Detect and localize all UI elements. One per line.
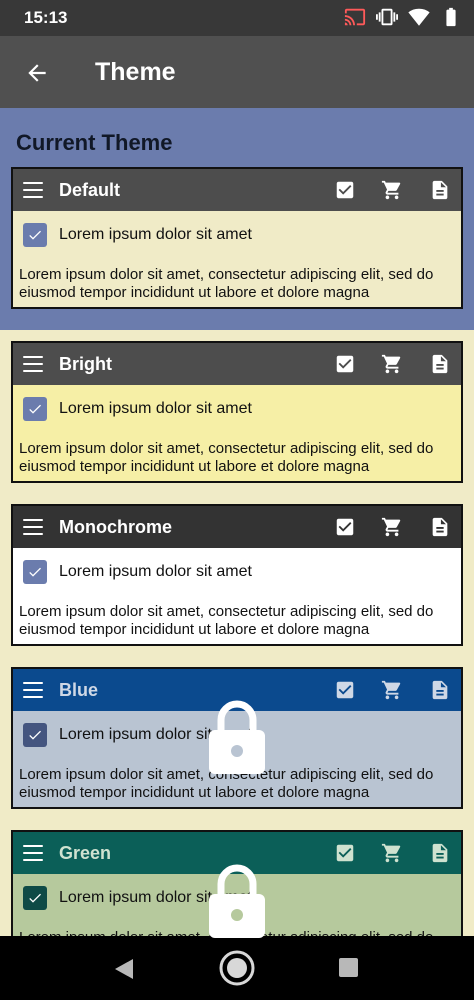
cart-icon — [381, 353, 403, 375]
lock-icon — [206, 698, 268, 778]
document-icon — [429, 516, 451, 538]
cart-icon — [381, 516, 403, 538]
theme-card-monochrome[interactable]: Monochrome Lorem ipsum dolor sit amet Lore… — [11, 504, 463, 646]
cart-icon — [381, 679, 403, 701]
check-box-icon — [334, 679, 356, 701]
card-header: Bright — [13, 343, 461, 385]
checkbox[interactable] — [23, 560, 47, 584]
app-bar: Theme — [0, 36, 474, 108]
vibrate-icon — [376, 6, 398, 28]
checkbox-label: Lorem ipsum dolor sit amet — [59, 400, 252, 417]
theme-name: Monochrome — [59, 517, 173, 537]
sample-paragraph: Lorem ipsum dolor sit amet, consectetur … — [19, 603, 434, 638]
page-title: Theme — [95, 58, 176, 86]
wifi-icon — [408, 6, 430, 28]
checkbox-row: Lorem ipsum dolor sit amet — [23, 397, 252, 421]
cart-icon — [381, 842, 403, 864]
checkbox[interactable] — [23, 223, 47, 247]
cart-icon — [381, 179, 403, 201]
document-icon — [429, 179, 451, 201]
card-header: Monochrome — [13, 506, 461, 548]
lock-icon — [206, 862, 268, 942]
check-box-icon — [334, 516, 356, 538]
document-icon — [429, 679, 451, 701]
triangle-back-icon — [115, 959, 133, 979]
theme-name: Default — [59, 180, 121, 200]
document-icon — [429, 842, 451, 864]
menu-icon — [23, 182, 43, 198]
status-bar: 15:13 — [0, 0, 474, 36]
sample-paragraph: Lorem ipsum dolor sit amet, consectetur … — [19, 266, 434, 301]
status-time: 15:13 — [24, 8, 68, 27]
sample-paragraph: Lorem ipsum dolor sit amet, consectetur … — [19, 440, 434, 475]
checkbox[interactable] — [23, 886, 47, 910]
menu-icon — [23, 519, 43, 535]
menu-icon — [23, 845, 43, 861]
section-title: Current Theme — [16, 130, 173, 155]
menu-icon — [23, 682, 43, 698]
checkbox-row: Lorem ipsum dolor sit amet — [23, 560, 252, 584]
nav-back-button[interactable] — [113, 958, 135, 980]
check-box-icon — [334, 179, 356, 201]
theme-name: Green — [59, 843, 112, 863]
card-header: Default — [13, 169, 461, 211]
theme-card-default[interactable]: Default Lorem ipsum dolor sit amet Lorem i… — [11, 167, 463, 309]
document-icon — [429, 353, 451, 375]
checkbox[interactable] — [23, 397, 47, 421]
checkbox-label: Lorem ipsum dolor sit amet — [59, 563, 252, 580]
theme-name: Blue — [59, 680, 99, 700]
theme-card-bright[interactable]: Bright Lorem ipsum dolor sit amet Lorem ip… — [11, 341, 463, 483]
arrow-back-icon — [28, 64, 46, 82]
checkbox[interactable] — [23, 723, 47, 747]
checkbox-label: Lorem ipsum dolor sit amet — [59, 226, 252, 243]
check-box-icon — [334, 353, 356, 375]
checkbox-row: Lorem ipsum dolor sit amet — [23, 223, 252, 247]
status-icons — [344, 6, 462, 28]
nav-recents-button[interactable] — [339, 958, 358, 977]
circle-home-icon — [219, 950, 255, 986]
battery-icon — [440, 6, 462, 28]
nav-home-button[interactable] — [218, 949, 256, 992]
cast-icon — [344, 6, 366, 28]
check-box-icon — [334, 842, 356, 864]
menu-icon — [23, 356, 43, 372]
theme-name: Bright — [59, 354, 112, 374]
back-button[interactable] — [18, 54, 56, 92]
